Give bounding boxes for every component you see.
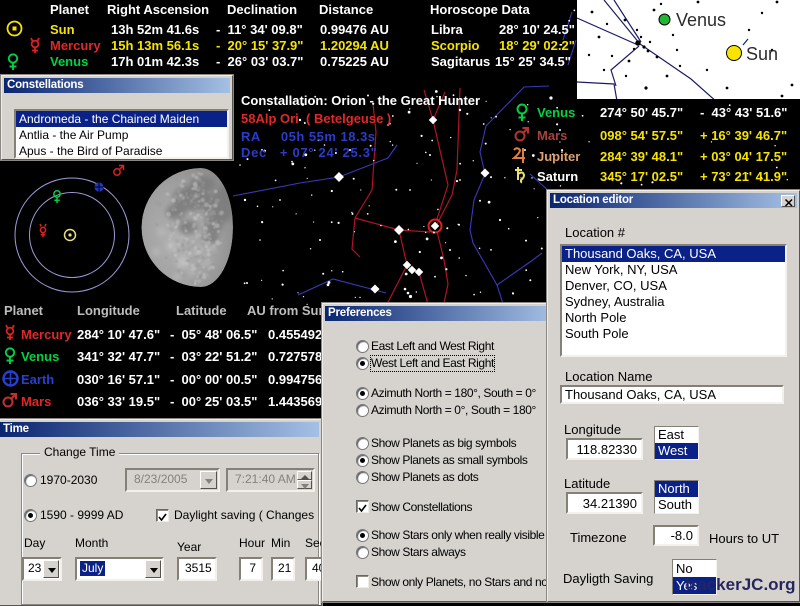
svg-text:Sun: Sun bbox=[746, 44, 778, 64]
svg-text:Venus: Venus bbox=[676, 10, 726, 30]
